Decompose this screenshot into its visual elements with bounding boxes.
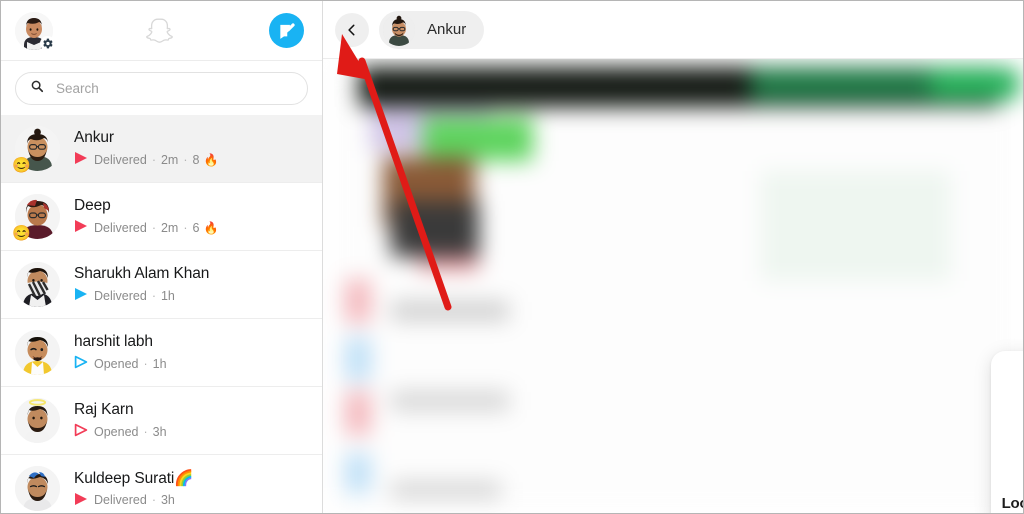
conversation-header: Ankur — [323, 1, 1023, 59]
search-input[interactable] — [54, 80, 293, 97]
chat-list-item[interactable]: Sharukh Alam Khan Delivered · 1h — [1, 251, 322, 319]
status-time: 2m — [160, 220, 179, 235]
status-separator: · — [183, 220, 188, 235]
chevron-left-icon — [348, 24, 355, 35]
streak-count: 6 — [192, 220, 200, 235]
chat-text: Ankur Delivered · 2m · 8 🔥 — [74, 129, 310, 168]
chat-name: Deep — [74, 197, 111, 214]
chat-name: Ankur — [74, 129, 114, 146]
chat-list-item[interactable]: Kuldeep Surati🌈 Delivered · 3h — [1, 455, 322, 513]
status-triangle-icon — [74, 151, 88, 168]
profile-avatar[interactable] — [15, 11, 55, 51]
blurred-content — [331, 61, 1019, 513]
chat-avatar: 😊 — [12, 194, 60, 242]
chat-text: Sharukh Alam Khan Delivered · 1h — [74, 265, 310, 304]
status-label: Delivered — [94, 152, 147, 167]
status-separator: · — [183, 152, 188, 167]
friend-emoji-badge: 😊 — [12, 157, 31, 174]
search-container — [1, 61, 322, 115]
chat-avatar: 😊 — [12, 126, 60, 174]
chat-list-item[interactable]: 😊 Ankur Delivered · 2m · 8 🔥 — [1, 115, 322, 183]
chat-list-item[interactable]: 😊 Deep Delivered · 2m · 6 🔥 — [1, 183, 322, 251]
status-label: Opened — [94, 424, 139, 439]
chat-list-item[interactable]: harshit labh Opened · 1h — [1, 319, 322, 387]
sidebar: 😊AnkurDelivered·2m·8🔥😊DeepDelivered·2m·6… — [1, 1, 323, 513]
peer-name: Ankur — [427, 21, 467, 38]
friend-emoji-badge: 😊 — [12, 225, 31, 242]
chat-name: Raj Karn — [74, 401, 134, 418]
chat-status: Opened · 1h — [74, 355, 310, 372]
fire-icon: 🔥 — [203, 220, 219, 235]
status-label: Delivered — [94, 288, 147, 303]
status-separator: · — [143, 356, 148, 371]
chat-text: Deep Delivered · 2m · 6 🔥 — [74, 197, 310, 236]
chat-avatar — [15, 466, 60, 511]
streak-count: 8 — [192, 152, 200, 167]
search-icon — [30, 79, 44, 98]
chat-name: harshit labh — [74, 333, 153, 350]
new-chat-icon[interactable] — [269, 13, 304, 48]
fire-icon: 🔥 — [203, 152, 219, 167]
chat-status: Delivered · 2m · 6 🔥 — [74, 219, 310, 236]
popup-title: Looks like you're trying to take a scree… — [1001, 495, 1023, 512]
chat-avatar — [15, 398, 60, 443]
status-separator: · — [151, 152, 156, 167]
status-separator: · — [151, 288, 156, 303]
chat-text: Raj Karn Opened · 3h — [74, 401, 310, 440]
snapchat-ghost-icon[interactable] — [144, 14, 178, 48]
chat-status: Delivered · 1h — [74, 287, 310, 304]
status-triangle-icon — [74, 219, 88, 236]
status-time: 1h — [160, 288, 175, 303]
status-label: Delivered — [94, 493, 147, 507]
chat-status: Opened · 3h — [74, 423, 310, 440]
bitmoji-avatar — [15, 398, 60, 443]
gear-icon[interactable] — [40, 35, 55, 51]
status-separator: · — [143, 424, 148, 439]
status-time: 3h — [160, 493, 175, 507]
conversation-body-blurred[interactable]: Looks like you're trying to take a scree… — [323, 59, 1023, 513]
search-bar[interactable] — [15, 72, 308, 105]
chat-text: harshit labh Opened · 1h — [74, 333, 310, 372]
status-time: 3h — [152, 424, 167, 439]
chat-name: Kuldeep Surati🌈 — [74, 469, 194, 487]
status-triangle-icon — [74, 492, 88, 509]
status-time: 1h — [152, 356, 167, 371]
peer-header-pill[interactable]: Ankur — [379, 10, 485, 49]
bitmoji-avatar — [15, 466, 60, 511]
status-triangle-icon — [74, 287, 88, 304]
conversation-pane: Ankur Lo — [323, 1, 1023, 513]
back-button[interactable] — [335, 12, 369, 47]
bitmoji-avatar — [15, 330, 60, 375]
screenshot-warning-popup[interactable]: Looks like you're trying to take a scree… — [991, 351, 1023, 513]
status-triangle-icon — [74, 355, 88, 372]
chat-list[interactable]: 😊 Ankur Delivered · 2m · 8 🔥 😊 Deep Delivered · 2m · 6… — [1, 115, 322, 513]
status-label: Delivered — [94, 220, 147, 235]
chat-avatar — [15, 262, 60, 307]
status-time: 2m — [160, 152, 179, 167]
sidebar-header — [1, 1, 322, 61]
chat-list-item[interactable]: Raj Karn Opened · 3h — [1, 387, 322, 455]
status-separator: · — [151, 220, 156, 235]
peer-avatar — [383, 13, 415, 46]
popup-text-block: Looks like you're trying to take a scree… — [991, 495, 1023, 513]
chat-status: Delivered · 3h — [74, 492, 310, 509]
snapchat-web-window: 😊AnkurDelivered·2m·8🔥😊DeepDelivered·2m·6… — [0, 0, 1024, 514]
chat-status: Delivered · 2m · 8 🔥 — [74, 151, 310, 168]
status-separator: · — [151, 493, 156, 507]
chat-text: Kuldeep Surati🌈 Delivered · 3h — [74, 469, 310, 509]
bitmoji-avatar — [15, 262, 60, 307]
status-triangle-icon — [74, 423, 88, 440]
chat-avatar — [15, 330, 60, 375]
status-label: Opened — [94, 356, 139, 371]
chat-name: Sharukh Alam Khan — [74, 265, 210, 282]
